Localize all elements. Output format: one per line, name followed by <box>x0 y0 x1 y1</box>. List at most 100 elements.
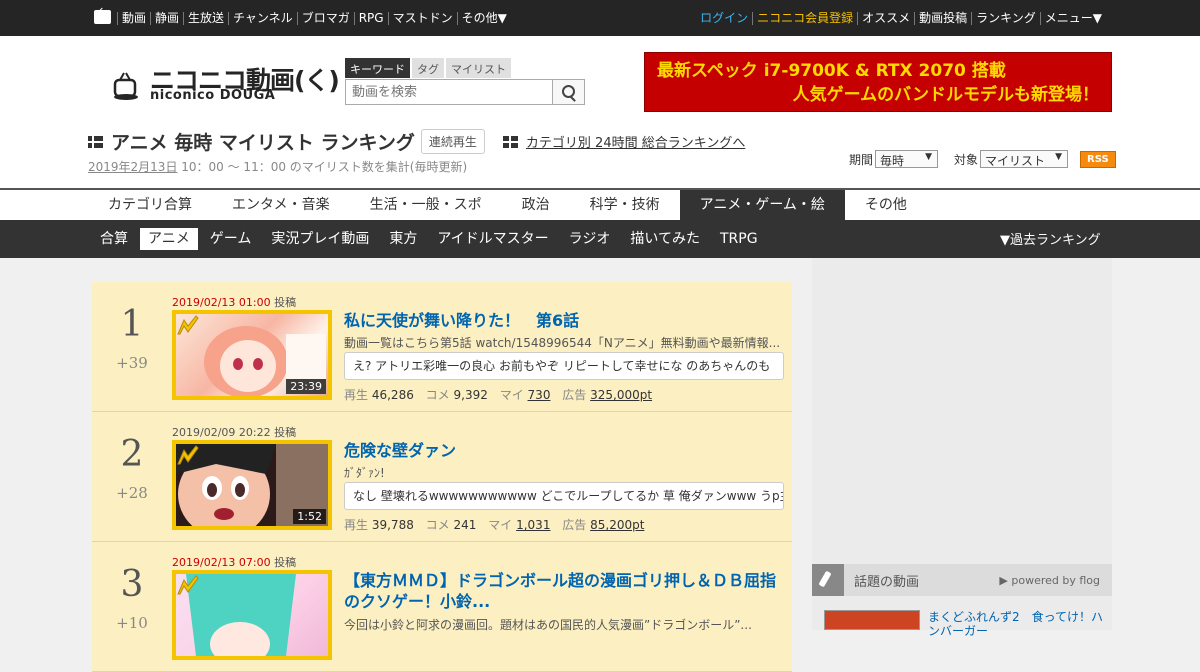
posted-suffix: 投稿 <box>270 296 297 309</box>
mylists-label: マイ <box>499 388 524 402</box>
search-input[interactable] <box>345 79 553 105</box>
video-thumbnail[interactable] <box>172 570 332 660</box>
nav-douga[interactable]: 動画 <box>117 11 150 25</box>
subtab-touhou[interactable]: 東方 <box>381 228 425 250</box>
niconico-tv-icon[interactable] <box>94 10 111 24</box>
search-tab-tag[interactable]: タグ <box>412 58 444 78</box>
login-link[interactable]: ログイン <box>696 11 752 25</box>
rank-delta: +39 <box>116 354 148 372</box>
mylist-trend-icon <box>177 575 199 595</box>
global-nav-left: 動画 静画 生放送 チャンネル ブロマガ RPG マストドン その他▼ <box>94 10 511 25</box>
video-thumbnail[interactable]: 23:39 <box>172 310 332 400</box>
posted-datetime: 2019/02/13 07:00 <box>172 556 271 569</box>
category-ranking-link-label: カテゴリ別 24時間 総合ランキングへ <box>525 136 746 151</box>
tab-politics[interactable]: 政治 <box>502 190 570 220</box>
search-form: キーワード タグ マイリスト <box>345 58 585 105</box>
trending-item-title: まくどふれんず2 食ってけ！ハンバーガー <box>928 610 1104 638</box>
nav-blomaga[interactable]: ブロマガ <box>296 11 354 25</box>
rss-button[interactable]: RSS <box>1080 150 1116 168</box>
register-link[interactable]: ニコニコ会員登録 <box>752 11 857 25</box>
posted-datetime: 2019/02/13 01:00 <box>172 296 271 309</box>
video-title-link[interactable]: 【東方ＭＭＤ】ドラゴンボール超の漫画ゴリ押し＆ＤＢ屈指のクソゲー！小鈴... <box>344 570 784 612</box>
views-count: 39,788 <box>371 518 414 532</box>
latest-comments: え? アトリエ彩唯一の良心 お前もやぞ リピートして幸せにな のあちゃんのも <box>344 352 784 380</box>
sidebar: 話題の動画 ▶ powered by flog まくどふれんず2 食ってけ！ハン… <box>812 258 1112 638</box>
nav-mastodon[interactable]: マストドン <box>387 11 457 25</box>
continuous-play-button[interactable]: 連続再生 <box>420 129 485 154</box>
period-label: 期間 <box>849 152 874 167</box>
banner-ad-line1: 最新スペック i7-9700K & RTX 2070 搭載 <box>657 61 1006 81</box>
header: ニコニコ動画(く) niconico DOUGA キーワード タグ マイリスト … <box>0 36 1200 188</box>
nav-seiga[interactable]: 静画 <box>150 11 183 25</box>
search-icon[interactable] <box>553 79 585 105</box>
ads-points-link[interactable]: 325,000pt <box>590 388 652 402</box>
mylists-count-link[interactable]: 730 <box>528 388 551 402</box>
ads-label: 広告 <box>562 388 587 402</box>
search-tab-keyword[interactable]: キーワード <box>345 58 410 78</box>
ranking-range-label: 10：00 ～ 11：00 のマイリスト数を集計(毎時更新) <box>177 160 468 174</box>
nav-other[interactable]: その他▼ <box>456 11 511 25</box>
video-title-link[interactable]: 危険な壁ダァン <box>344 440 784 461</box>
views-label: 再生 <box>344 388 369 402</box>
target-select[interactable]: マイリスト <box>980 150 1069 168</box>
tab-entertainment[interactable]: エンタメ・音楽 <box>212 190 350 220</box>
ads-label: 広告 <box>562 518 587 532</box>
nav-menu[interactable]: メニュー▼ <box>1039 11 1106 25</box>
latest-comments: なし 壁壊れるwwwwwwwwwww どこでループしてるか 草 俺ダァンwww … <box>344 482 784 510</box>
nav-live[interactable]: 生放送 <box>183 11 228 25</box>
posted-suffix: 投稿 <box>270 556 297 569</box>
ranking-title-row: アニメ 毎時 マイリスト ランキング 連続再生 カテゴリ別 24時間 総合ランキ… <box>88 128 745 155</box>
subtab-lets-play[interactable]: 実況プレイ動画 <box>263 228 377 250</box>
category-tabs: カテゴリ合算 エンタメ・音楽 生活・一般・スポ 政治 科学・技術 アニメ・ゲーム… <box>0 188 1200 220</box>
period-select[interactable]: 毎時 <box>875 150 939 168</box>
rank-number: 3 <box>120 564 144 605</box>
posted-suffix: 投稿 <box>270 426 297 439</box>
comments-label: コメ <box>425 518 450 532</box>
posted-date: 2019/02/13 07:00 投稿 <box>172 554 296 570</box>
nav-ranking[interactable]: ランキング <box>971 11 1040 25</box>
tab-anime-game[interactable]: アニメ・ゲーム・絵 <box>679 190 845 220</box>
subtab-radio[interactable]: ラジオ <box>561 228 619 250</box>
ads-points-link[interactable]: 85,200pt <box>590 518 644 532</box>
nav-upload[interactable]: 動画投稿 <box>914 11 971 25</box>
tab-other[interactable]: その他 <box>845 190 927 220</box>
subcategory-tabs: 合算 アニメ ゲーム 実況プレイ動画 東方 アイドルマスター ラジオ 描いてみた… <box>0 220 1200 258</box>
ranking-range-text: 2019年2月13日 10：00 ～ 11：00 のマイリスト数を集計(毎時更新… <box>88 158 467 175</box>
tv-chan-logo-icon <box>113 72 138 100</box>
tab-science[interactable]: 科学・技術 <box>570 190 680 220</box>
search-type-tabs: キーワード タグ マイリスト <box>345 58 585 78</box>
ranking-date-link[interactable]: 2019年2月13日 <box>88 160 177 174</box>
video-thumbnail[interactable]: 1:52 <box>172 440 332 530</box>
trending-icon <box>812 564 844 596</box>
subtab-imas[interactable]: アイドルマスター <box>429 228 556 250</box>
subtab-anime[interactable]: アニメ <box>140 228 198 250</box>
grid-icon <box>502 135 518 148</box>
nav-channel[interactable]: チャンネル <box>228 11 297 25</box>
comments-count: 9,392 <box>453 388 488 402</box>
ranking-item: 3 +10 2019/02/13 07:00 投稿 【東方ＭＭＤ】ドラゴンボール… <box>92 542 792 672</box>
past-ranking-toggle[interactable]: ▼過去ランキング <box>1000 229 1101 248</box>
subtab-all[interactable]: 合算 <box>92 228 136 250</box>
mylists-count-link[interactable]: 1,031 <box>516 518 550 532</box>
trending-item[interactable]: まくどふれんず2 食ってけ！ハンバーガー <box>824 610 1108 638</box>
trending-widget-title: 話題の動画 <box>854 574 920 590</box>
tab-life[interactable]: 生活・一般・スポ <box>350 190 502 220</box>
trending-item-thumbnail <box>824 610 920 630</box>
ranking-list: 1 +39 2019/02/13 01:00 投稿 23:39 私に天使が舞い降… <box>92 282 792 672</box>
powered-by-flog-link[interactable]: ▶ powered by flog <box>999 574 1100 587</box>
nav-rpg[interactable]: RPG <box>353 11 388 25</box>
niconico-logo[interactable]: ニコニコ動画(く) niconico DOUGA <box>112 60 340 103</box>
subtab-trpg[interactable]: TRPG <box>712 228 766 250</box>
banner-ad[interactable]: 最新スペック i7-9700K & RTX 2070 搭載 人気ゲームのバンドル… <box>644 52 1112 112</box>
nav-recommend[interactable]: オススメ <box>857 11 914 25</box>
tab-category-all[interactable]: カテゴリ合算 <box>88 190 212 220</box>
video-stats: 再生 39,788 コメ 241 マイ 1,031 広告 85,200pt <box>344 516 652 533</box>
video-title-link[interactable]: 私に天使が舞い降りた！ 第6話 <box>344 310 784 331</box>
ranking-item: 2 +28 2019/02/09 20:22 投稿 1:52 危険な壁ダァン ｶ… <box>92 412 792 542</box>
search-tab-mylist[interactable]: マイリスト <box>446 58 511 78</box>
category-ranking-link[interactable]: カテゴリ別 24時間 総合ランキングへ <box>502 132 746 151</box>
subtab-drawing[interactable]: 描いてみた <box>622 228 708 250</box>
video-duration: 23:39 <box>286 379 326 394</box>
video-stats: 再生 46,286 コメ 9,392 マイ 730 広告 325,000pt <box>344 386 660 403</box>
subtab-game[interactable]: ゲーム <box>202 228 260 250</box>
